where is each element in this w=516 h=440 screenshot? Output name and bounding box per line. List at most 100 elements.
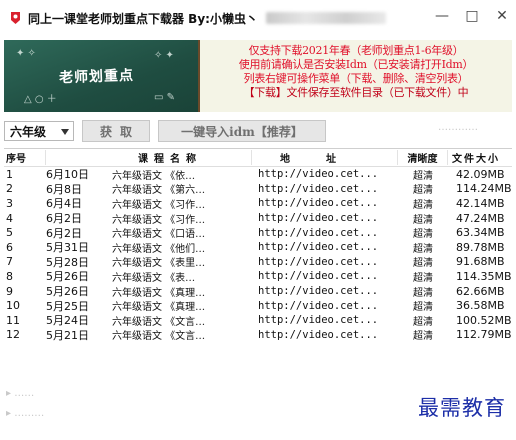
blurred-title-suffix bbox=[265, 12, 386, 24]
row-index: 10 bbox=[6, 299, 20, 313]
background-window-text: ▸ …… bbox=[6, 388, 35, 399]
row-url: http://video.cet... bbox=[258, 226, 379, 239]
row-resolution: 超清 bbox=[413, 316, 433, 328]
row-resolution: 超清 bbox=[413, 170, 433, 182]
row-date: 5月21日 bbox=[46, 328, 89, 342]
watermark: 最需教育 bbox=[418, 396, 506, 420]
row-size: 63.34MB bbox=[456, 226, 505, 240]
row-url: http://video.cet... bbox=[258, 285, 379, 298]
row-size: 89.78MB bbox=[456, 240, 505, 254]
window-title: 同上一课堂老师划重点下载器 By:小懒虫丶 bbox=[28, 11, 258, 26]
row-title: 六年级语文 《依… bbox=[112, 170, 196, 182]
table-row[interactable]: 1 6月10日 六年级语文 《依… http://video.cet... 超清 42.0… bbox=[4, 167, 512, 182]
row-resolution: 超清 bbox=[413, 243, 433, 255]
row-title: 六年级语文 《文言… bbox=[112, 331, 206, 343]
row-date: 6月10日 bbox=[46, 168, 89, 182]
notice-line: 【下载】文件保存至软件目录（已下载文件）中 bbox=[243, 86, 469, 99]
table-row[interactable]: 5 6月2日 六年级语文 《口语… http://video.cet... 超清 63.3… bbox=[4, 225, 512, 240]
row-size: 42.14MB bbox=[456, 196, 505, 210]
table-row[interactable]: 9 5月26日 六年级语文 《真理… http://video.cet... 超清 62.… bbox=[4, 284, 512, 299]
row-date: 6月8日 bbox=[46, 182, 82, 196]
grade-select[interactable]: 六年级 bbox=[4, 121, 74, 141]
row-url: http://video.cet... bbox=[258, 182, 379, 195]
table-row[interactable]: 7 5月28日 六年级语文 《表里… http://video.cet... 超清 91.… bbox=[4, 255, 512, 270]
row-title: 六年级语文 《习作… bbox=[112, 199, 206, 211]
header-index[interactable]: 序号 bbox=[4, 150, 46, 165]
grade-select-value: 六年级 bbox=[10, 124, 47, 139]
table-row[interactable]: 2 6月8日 六年级语文 《第六… http://video.cet... 超清 114.… bbox=[4, 182, 512, 196]
row-size: 36.58MB bbox=[456, 299, 505, 313]
fetch-button[interactable]: 获取 bbox=[82, 120, 150, 142]
table-row[interactable]: 12 5月21日 六年级语文 《文言… http://video.cet... 超清 11… bbox=[4, 328, 512, 343]
sparkle-doodle-icon: ✧ ✦ bbox=[154, 50, 174, 61]
table-row[interactable]: 10 5月25日 六年级语文 《真理… http://video.cet... 超清 36… bbox=[4, 298, 512, 313]
row-url: http://video.cet... bbox=[258, 270, 379, 283]
notice-line: 仅支持下载2021年春（老师划重点1-6年级） bbox=[248, 44, 464, 57]
chalkboard-title: 老师划重点 bbox=[58, 67, 135, 87]
background-window-text: ………… bbox=[438, 122, 478, 133]
row-title: 六年级语文 《习作… bbox=[112, 214, 206, 226]
title-bar: 同上一课堂老师划重点下载器 By:小懒虫丶 — □ ✕ bbox=[0, 0, 516, 36]
notice-line: 列表右键可操作菜单（下载、删除、清空列表） bbox=[243, 72, 469, 85]
import-idm-button[interactable]: 一键导入idm【推荐】 bbox=[158, 120, 326, 142]
math-doodle-icon: △ ○ ＋ bbox=[24, 94, 57, 105]
row-index: 8 bbox=[6, 269, 13, 283]
row-resolution: 超清 bbox=[413, 302, 433, 314]
background-window-text: ▸ ……… bbox=[6, 408, 45, 419]
toolbar: 六年级 获取 一键导入idm【推荐】 bbox=[4, 119, 512, 143]
row-date: 5月25日 bbox=[46, 299, 89, 313]
table-row[interactable]: 6 5月31日 六年级语文 《他们… http://video.cet... 超清 89.… bbox=[4, 240, 512, 255]
banner: ✦ ✧ ✧ ✦ △ ○ ＋ ▭ ✎ 老师划重点 仅支持下载2021年春（老师划重… bbox=[4, 40, 512, 112]
row-date: 5月24日 bbox=[46, 314, 89, 328]
row-date: 6月4日 bbox=[46, 197, 82, 211]
row-resolution: 超清 bbox=[413, 199, 433, 211]
header-resolution[interactable]: 清晰度 bbox=[398, 150, 448, 165]
row-index: 5 bbox=[6, 226, 13, 240]
row-resolution: 超清 bbox=[413, 229, 433, 241]
minimize-button[interactable]: — bbox=[434, 8, 450, 24]
app-icon bbox=[8, 11, 22, 25]
notice-line: 使用前请确认是否安装Idm（已安装请打开Idm） bbox=[238, 58, 474, 71]
row-title: 六年级语文 《表… bbox=[112, 272, 196, 284]
row-date: 5月26日 bbox=[46, 285, 89, 299]
row-title: 六年级语文 《他们… bbox=[112, 243, 206, 255]
row-resolution: 超清 bbox=[413, 272, 433, 284]
row-size: 112.79MB bbox=[456, 328, 512, 342]
row-url: http://video.cet... bbox=[258, 197, 379, 210]
row-resolution: 超清 bbox=[413, 258, 433, 270]
header-course-name[interactable]: 课程名称 bbox=[112, 150, 252, 165]
video-list[interactable]: 序号 课程名称 地址 清晰度 文件大小 1 6月10日 六年级语文 《依… http:… bbox=[4, 148, 512, 369]
table-row[interactable]: 4 6月2日 六年级语文 《习作… http://video.cet... 超清 47.2… bbox=[4, 211, 512, 226]
row-index: 12 bbox=[6, 328, 20, 342]
maximize-button[interactable]: □ bbox=[464, 8, 480, 24]
row-index: 3 bbox=[6, 196, 13, 210]
table-row[interactable]: 3 6月4日 六年级语文 《习作… http://video.cet... 超清 42.1… bbox=[4, 196, 512, 211]
row-size: 114.24MB bbox=[456, 182, 512, 196]
banner-notice: 仅支持下载2021年春（老师划重点1-6年级） 使用前请确认是否安装Idm（已安… bbox=[202, 44, 510, 100]
chevron-down-icon bbox=[61, 124, 69, 138]
star-doodle-icon: ✦ ✧ bbox=[16, 48, 36, 59]
book-doodle-icon: ▭ ✎ bbox=[154, 92, 176, 103]
row-url: http://video.cet... bbox=[258, 255, 379, 268]
header-file-size[interactable]: 文件大小 bbox=[448, 150, 512, 165]
list-header: 序号 课程名称 地址 清晰度 文件大小 bbox=[4, 149, 512, 167]
row-url: http://video.cet... bbox=[258, 299, 379, 312]
row-title: 六年级语文 《真理… bbox=[112, 302, 206, 314]
list-body: 1 6月10日 六年级语文 《依… http://video.cet... 超清 42.0… bbox=[4, 167, 512, 343]
row-url: http://video.cet... bbox=[258, 241, 379, 254]
row-date: 5月28日 bbox=[46, 255, 89, 269]
row-url: http://video.cet... bbox=[258, 314, 379, 327]
row-index: 4 bbox=[6, 211, 13, 225]
table-row[interactable]: 11 5月24日 六年级语文 《文言… http://video.cet... 超清 10… bbox=[4, 313, 512, 328]
row-size: 42.09MB bbox=[456, 167, 505, 181]
row-resolution: 超清 bbox=[413, 287, 433, 299]
row-size: 91.68MB bbox=[456, 255, 505, 269]
close-button[interactable]: ✕ bbox=[494, 8, 510, 24]
table-row[interactable]: 8 5月26日 六年级语文 《表… http://video.cet... 超清 114.… bbox=[4, 269, 512, 284]
row-title: 六年级语文 《表里… bbox=[112, 258, 206, 270]
row-index: 11 bbox=[6, 313, 20, 327]
row-date: 6月2日 bbox=[46, 226, 82, 240]
row-resolution: 超清 bbox=[413, 214, 433, 226]
row-date: 6月2日 bbox=[46, 212, 82, 226]
header-url[interactable]: 地址 bbox=[252, 150, 398, 165]
